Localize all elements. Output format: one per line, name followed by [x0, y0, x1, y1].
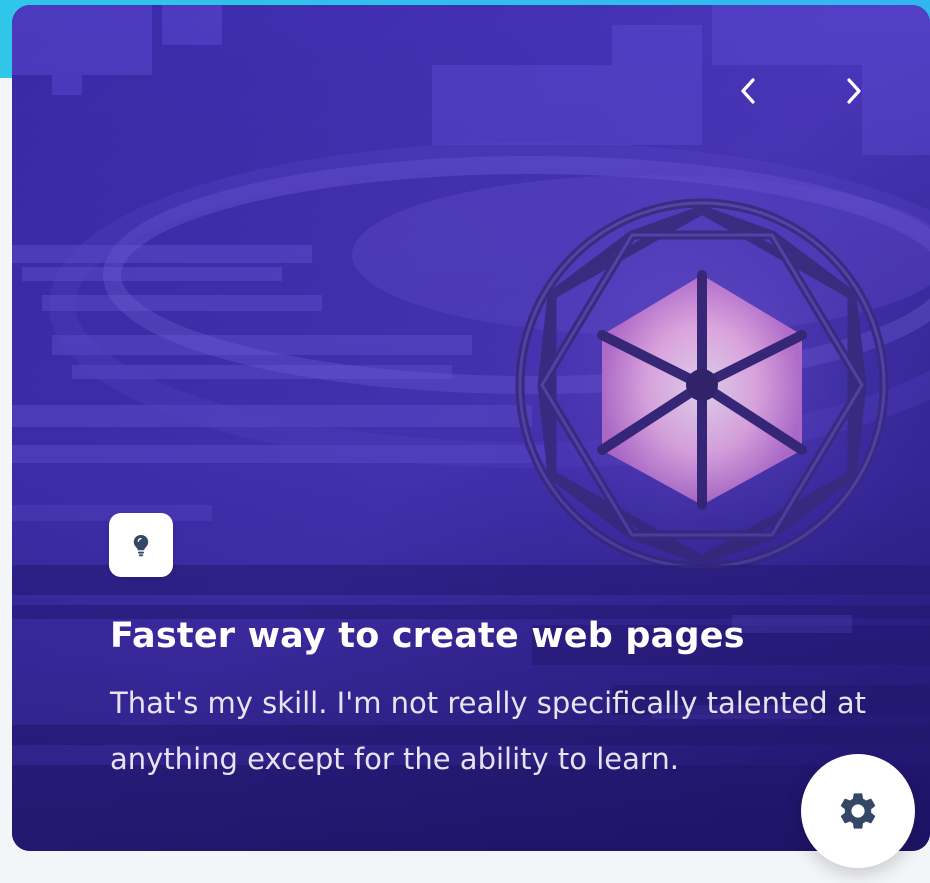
card-title: Faster way to create web pages: [110, 616, 745, 656]
hero-card: Faster way to create web pages That's my…: [12, 5, 930, 851]
chevron-left-icon: [741, 78, 755, 104]
settings-button[interactable]: [801, 754, 915, 868]
card-description: That's my skill. I'm not really specific…: [110, 686, 867, 776]
carousel-next-button[interactable]: [834, 67, 874, 115]
tip-badge: [109, 513, 173, 577]
chevron-right-icon: [847, 78, 861, 104]
carousel-prev-button[interactable]: [728, 67, 768, 115]
lightbulb-icon: [133, 535, 149, 557]
gear-icon: [840, 793, 876, 829]
